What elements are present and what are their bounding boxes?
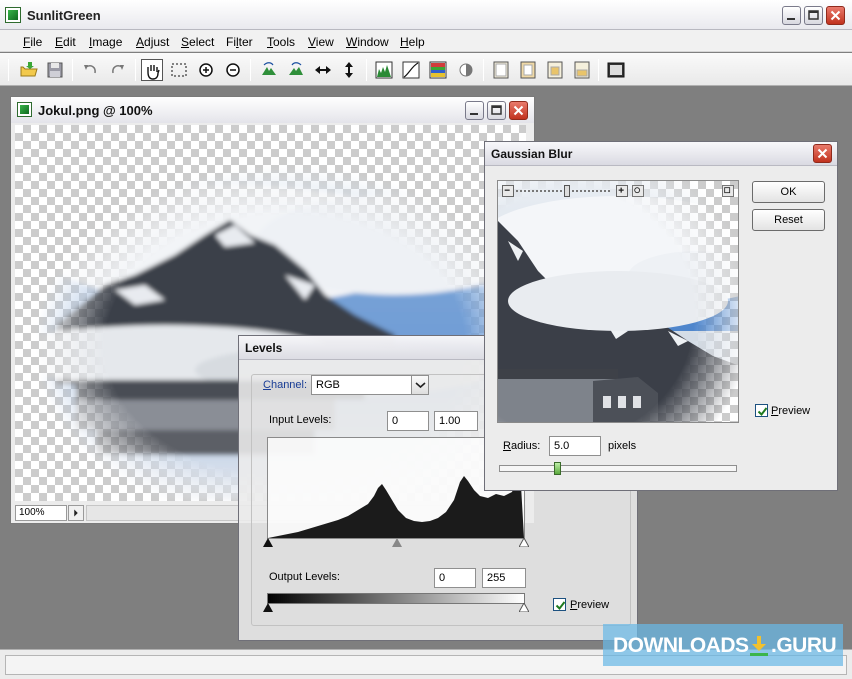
hue-saturation-icon[interactable] xyxy=(427,59,449,81)
save-icon[interactable] xyxy=(44,59,66,81)
image-minimize-button[interactable] xyxy=(465,101,484,120)
frame-1-icon[interactable] xyxy=(490,59,512,81)
toolbar xyxy=(0,53,852,86)
white-point-slider-handle[interactable] xyxy=(518,536,530,550)
menu-image[interactable]: Image xyxy=(89,35,122,49)
menu-window[interactable]: Window xyxy=(346,35,389,49)
radius-slider-track[interactable] xyxy=(499,465,737,472)
frame-4-icon[interactable] xyxy=(571,59,593,81)
preview-zoom-out-icon[interactable] xyxy=(502,185,514,197)
output-black-slider-handle[interactable] xyxy=(263,603,273,615)
download-arrow-icon xyxy=(749,635,769,657)
channel-select[interactable]: RGB xyxy=(311,375,429,395)
document-icon xyxy=(17,102,32,117)
black-point-slider-handle[interactable] xyxy=(263,538,273,550)
gaussian-title: Gaussian Blur xyxy=(491,147,573,161)
menu-filter[interactable]: Filter xyxy=(226,35,253,49)
gaussian-blur-dialog: Gaussian Blur OK Reset Preview Radius: 5… xyxy=(484,141,838,491)
zoom-out-icon[interactable] xyxy=(222,59,244,81)
minimize-button[interactable] xyxy=(782,6,801,25)
output-gradient-bar xyxy=(267,593,525,604)
menu-adjust[interactable]: Adjust xyxy=(136,35,169,49)
output-levels-label: Output Levels: xyxy=(269,571,340,583)
menu-bar: File Edit Image Adjust Select Filter Too… xyxy=(0,30,852,52)
fullscreen-icon[interactable] xyxy=(605,59,627,81)
flip-horizontal-icon[interactable] xyxy=(312,59,334,81)
preview-zoom-control[interactable] xyxy=(502,185,628,197)
levels-title: Levels xyxy=(245,341,283,355)
zoom-level-field[interactable]: 100% xyxy=(15,505,67,521)
menu-tools[interactable]: Tools xyxy=(267,35,295,49)
radius-slider-thumb[interactable] xyxy=(554,462,561,475)
app-title: SunlitGreen xyxy=(27,8,101,23)
levels-preview-label: Preview xyxy=(570,599,610,611)
toolbar-separator xyxy=(366,59,367,81)
radius-unit-label: pixels xyxy=(608,440,637,452)
preview-actual-size-icon[interactable] xyxy=(722,185,734,197)
rotate-left-icon[interactable] xyxy=(258,59,280,81)
watermark-text-left: DOWNLOADS xyxy=(613,634,749,657)
menu-file[interactable]: File xyxy=(23,35,42,49)
gaussian-preview-label: Preview xyxy=(771,405,811,417)
zoom-in-icon[interactable] xyxy=(195,59,217,81)
redo-icon[interactable] xyxy=(107,59,129,81)
chevron-down-icon xyxy=(411,376,428,394)
toolbar-separator xyxy=(598,59,599,81)
preview-zoom-track[interactable] xyxy=(516,190,610,192)
watermark-logo: DOWNLOADS .GURU xyxy=(603,624,843,666)
menu-select[interactable]: Select xyxy=(181,35,214,49)
menu-edit[interactable]: Edit xyxy=(55,35,76,49)
flip-vertical-icon[interactable] xyxy=(338,59,360,81)
watermark-text-right: .GURU xyxy=(771,634,837,657)
frame-2-icon[interactable] xyxy=(517,59,539,81)
main-title-bar: SunlitGreen xyxy=(0,0,852,30)
reset-button[interactable]: Reset xyxy=(752,209,825,231)
gaussian-title-bar[interactable]: Gaussian Blur xyxy=(485,142,837,166)
menu-help[interactable]: Help xyxy=(400,35,425,49)
toolbar-separator xyxy=(483,59,484,81)
undo-icon[interactable] xyxy=(79,59,101,81)
input-black-field[interactable]: 0 xyxy=(387,411,429,431)
input-gamma-field[interactable]: 1.00 xyxy=(434,411,478,431)
toolbar-separator xyxy=(250,59,251,81)
gaussian-close-button[interactable] xyxy=(813,144,832,163)
gaussian-preview-checkbox[interactable] xyxy=(755,404,768,417)
gamma-slider-handle[interactable] xyxy=(392,538,402,550)
marquee-select-icon[interactable] xyxy=(168,59,190,81)
preview-fit-icon[interactable] xyxy=(632,185,644,197)
ok-button[interactable]: OK xyxy=(752,181,825,203)
levels-preview-checkbox[interactable] xyxy=(553,598,566,611)
menu-view[interactable]: View xyxy=(308,35,334,49)
blur-preview-image xyxy=(498,181,738,422)
channel-select-value: RGB xyxy=(316,379,340,391)
preview-zoom-in-icon[interactable] xyxy=(616,185,628,197)
brightness-contrast-icon[interactable] xyxy=(455,59,477,81)
zoom-dropdown-button[interactable] xyxy=(68,505,84,521)
output-white-slider-handle[interactable] xyxy=(518,601,530,615)
output-white-field[interactable]: 255 xyxy=(482,568,526,588)
curves-icon[interactable] xyxy=(400,59,422,81)
app-icon xyxy=(5,7,21,23)
image-window-title: Jokul.png @ 100% xyxy=(38,103,153,118)
preview-zoom-thumb[interactable] xyxy=(564,185,570,197)
rotate-right-icon[interactable] xyxy=(285,59,307,81)
image-close-button[interactable] xyxy=(509,101,528,120)
maximize-button[interactable] xyxy=(804,6,823,25)
toolbar-separator xyxy=(135,59,136,81)
toolbar-separator xyxy=(8,59,9,81)
input-levels-label: Input Levels: xyxy=(269,414,332,426)
radius-label: Radius: xyxy=(503,440,541,452)
blur-preview-pane[interactable] xyxy=(497,180,739,423)
image-maximize-button[interactable] xyxy=(487,101,506,120)
output-black-field[interactable]: 0 xyxy=(434,568,476,588)
hand-tool-icon[interactable] xyxy=(141,59,163,81)
open-folder-icon[interactable] xyxy=(18,59,40,81)
image-window-title-bar[interactable]: Jokul.png @ 100% xyxy=(11,97,534,123)
channel-label: Channel: xyxy=(263,379,308,391)
toolbar-separator xyxy=(72,59,73,81)
histogram-icon[interactable] xyxy=(373,59,395,81)
radius-field[interactable]: 5.0 xyxy=(549,436,601,456)
close-button[interactable] xyxy=(826,6,845,25)
frame-3-icon[interactable] xyxy=(544,59,566,81)
